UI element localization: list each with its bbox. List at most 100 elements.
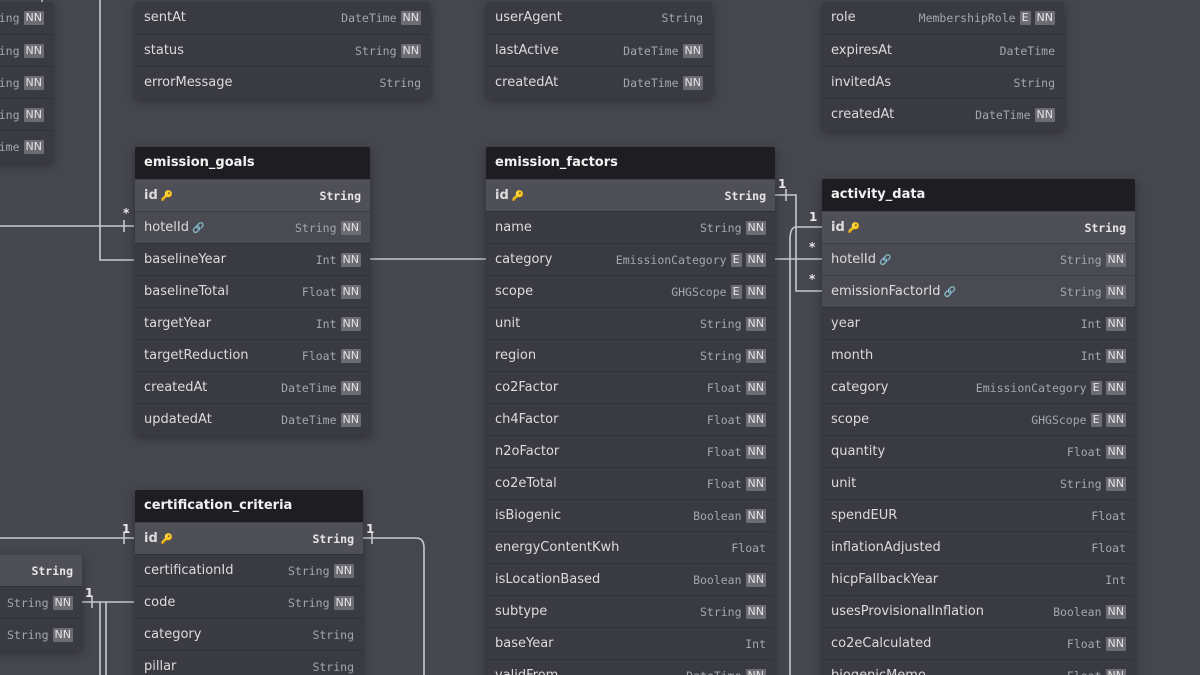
table-title[interactable]: emission_factors bbox=[486, 147, 775, 179]
field-type-text: String bbox=[1059, 477, 1102, 491]
field-row[interactable]: subtype String NN bbox=[486, 595, 775, 627]
field-row[interactable]: spendEUR Float bbox=[822, 499, 1135, 531]
not-null-badge: NN bbox=[1105, 285, 1126, 299]
field-name: createdAt bbox=[144, 372, 207, 404]
field-type-text: String bbox=[1013, 76, 1055, 90]
field-row[interactable]: createdAt DateTime NN bbox=[486, 66, 712, 98]
field-row[interactable]: baselineYear Int NN bbox=[135, 243, 370, 275]
field-row[interactable]: inflationAdjusted Float bbox=[822, 531, 1135, 563]
field-row[interactable]: certificationId String NN bbox=[135, 554, 363, 586]
field-type-text: Int bbox=[1080, 317, 1102, 331]
field-row[interactable]: usesProvisionalInflation Boolean NN bbox=[822, 595, 1135, 627]
field-type-text: DateTime bbox=[999, 44, 1055, 58]
field-row[interactable]: category String bbox=[135, 618, 363, 650]
field-type: DateTimeNN bbox=[623, 67, 703, 98]
field-type-text: Float bbox=[706, 477, 742, 491]
field-row[interactable]: name String NN bbox=[486, 211, 775, 243]
field-row[interactable]: baselineTotal Float NN bbox=[135, 275, 370, 307]
foreign-key-row[interactable]: emissionFactorId 🔗 String NN bbox=[822, 275, 1135, 307]
field-row[interactable]: updatedAt DateTime NN bbox=[135, 403, 370, 435]
field-row[interactable]: category EmissionCategory E NN bbox=[822, 371, 1135, 403]
field-row[interactable]: ing NN bbox=[0, 66, 53, 98]
field-row[interactable]: isLocationBased Boolean NN bbox=[486, 563, 775, 595]
table-emission-goals[interactable]: emission_goals id 🔑 String hotelId 🔗 String NN b… bbox=[135, 147, 370, 435]
not-null-badge: NN bbox=[745, 349, 766, 363]
field-row[interactable]: ime NN bbox=[0, 130, 53, 162]
field-row[interactable]: expiresAt DateTime bbox=[822, 34, 1064, 66]
table-title[interactable]: emission_goals bbox=[135, 147, 370, 179]
field-type-text: String bbox=[1059, 285, 1102, 299]
field-row[interactable]: n2oFactor Float NN bbox=[486, 435, 775, 467]
field-row[interactable]: co2eCalculated Float NN bbox=[822, 627, 1135, 659]
primary-key-row[interactable]: String bbox=[0, 554, 82, 586]
er-diagram-canvas[interactable]: ing NN ing NN ing NN ing NN ime NN sentAt DateTime… bbox=[0, 0, 1200, 675]
field-row[interactable]: sentAt DateTime NN bbox=[135, 2, 430, 34]
field-row[interactable]: ing NN bbox=[0, 34, 53, 66]
table-card-partial[interactable]: ing NN ing NN ing NN ing NN ime NN bbox=[0, 2, 53, 162]
field-name: id 🔑 bbox=[831, 212, 860, 245]
foreign-key-row[interactable]: hotelId 🔗 String NN bbox=[822, 243, 1135, 275]
relation-line bbox=[363, 537, 425, 675]
field-row[interactable]: ing NN bbox=[0, 2, 53, 34]
field-type: FloatNN bbox=[707, 436, 766, 468]
table-card-partial[interactable]: String String NN String NN bbox=[0, 554, 82, 650]
primary-key-row[interactable]: id 🔑 String bbox=[135, 522, 363, 554]
primary-key-row[interactable]: id 🔑 String bbox=[822, 211, 1135, 243]
foreign-key-row[interactable]: hotelId 🔗 String NN bbox=[135, 211, 370, 243]
field-type-text: Int bbox=[315, 317, 337, 331]
field-type: DateTimeNN bbox=[623, 35, 703, 67]
field-row[interactable]: scope GHGScope E NN bbox=[486, 275, 775, 307]
field-type-text: String bbox=[312, 628, 354, 642]
field-row[interactable]: hicpFallbackYear Int bbox=[822, 563, 1135, 595]
field-row[interactable]: unit String NN bbox=[822, 467, 1135, 499]
field-row[interactable]: co2eTotal Float NN bbox=[486, 467, 775, 499]
table-title[interactable]: certification_criteria bbox=[135, 490, 363, 522]
field-row[interactable]: invitedAs String bbox=[822, 66, 1064, 98]
table-activity-data[interactable]: activity_data id 🔑 String hotelId 🔗 String NN em… bbox=[822, 179, 1135, 675]
field-type-text: String bbox=[699, 605, 742, 619]
field-row[interactable]: month Int NN bbox=[822, 339, 1135, 371]
field-row[interactable]: lastActive DateTime NN bbox=[486, 34, 712, 66]
table-card-partial[interactable]: sentAt DateTime NN status String NN errorMessa… bbox=[135, 2, 430, 98]
not-null-badge: NN bbox=[745, 477, 766, 491]
field-name: validFrom bbox=[495, 660, 558, 675]
field-row[interactable]: String NN bbox=[0, 586, 82, 618]
field-row[interactable]: errorMessage String bbox=[135, 66, 430, 98]
table-card-partial[interactable]: userAgent String lastActive DateTime NN creat… bbox=[486, 2, 712, 98]
field-name-text: id bbox=[495, 188, 509, 203]
field-row[interactable]: energyContentKwh Float bbox=[486, 531, 775, 563]
field-row[interactable]: pillar String bbox=[135, 650, 363, 675]
field-row[interactable]: targetReduction Float NN bbox=[135, 339, 370, 371]
field-type-text: String bbox=[6, 596, 49, 610]
primary-key-row[interactable]: id 🔑 String bbox=[486, 179, 775, 211]
table-emission-factors[interactable]: emission_factors id 🔑 String name String NN cat… bbox=[486, 147, 775, 675]
field-row[interactable]: createdAt DateTime NN bbox=[135, 371, 370, 403]
field-row[interactable]: ch4Factor Float NN bbox=[486, 403, 775, 435]
field-row[interactable]: unit String NN bbox=[486, 307, 775, 339]
field-row[interactable]: year Int NN bbox=[822, 307, 1135, 339]
field-row[interactable]: category EmissionCategory E NN bbox=[486, 243, 775, 275]
table-certification-criteria[interactable]: certification_criteria id 🔑 String certifica… bbox=[135, 490, 363, 675]
field-row[interactable]: userAgent String bbox=[486, 2, 712, 34]
not-null-badge: NN bbox=[23, 140, 44, 154]
field-row[interactable]: role MembershipRole E NN bbox=[822, 2, 1064, 34]
field-row[interactable]: baseYear Int bbox=[486, 627, 775, 659]
field-type-text: EmissionCategory bbox=[975, 381, 1087, 395]
primary-key-row[interactable]: id 🔑 String bbox=[135, 179, 370, 211]
field-row[interactable]: createdAt DateTime NN bbox=[822, 98, 1064, 130]
field-row[interactable]: co2Factor Float NN bbox=[486, 371, 775, 403]
field-row[interactable]: code String NN bbox=[135, 586, 363, 618]
table-card-partial[interactable]: role MembershipRole E NN expiresAt DateTime in… bbox=[822, 2, 1064, 130]
field-row[interactable]: ing NN bbox=[0, 98, 53, 130]
table-title[interactable]: activity_data bbox=[822, 179, 1135, 211]
field-row[interactable]: region String NN bbox=[486, 339, 775, 371]
field-row[interactable]: biogenicMemo FloatNN bbox=[822, 659, 1135, 675]
field-row[interactable]: status String NN bbox=[135, 34, 430, 66]
field-row[interactable]: String NN bbox=[0, 618, 82, 650]
field-row[interactable]: targetYear Int NN bbox=[135, 307, 370, 339]
field-row[interactable]: validFrom DateTime NN bbox=[486, 659, 775, 675]
field-row[interactable]: quantity Float NN bbox=[822, 435, 1135, 467]
field-name-text: unit bbox=[831, 476, 857, 491]
field-row[interactable]: scope GHGScope E NN bbox=[822, 403, 1135, 435]
field-row[interactable]: isBiogenic Boolean NN bbox=[486, 499, 775, 531]
